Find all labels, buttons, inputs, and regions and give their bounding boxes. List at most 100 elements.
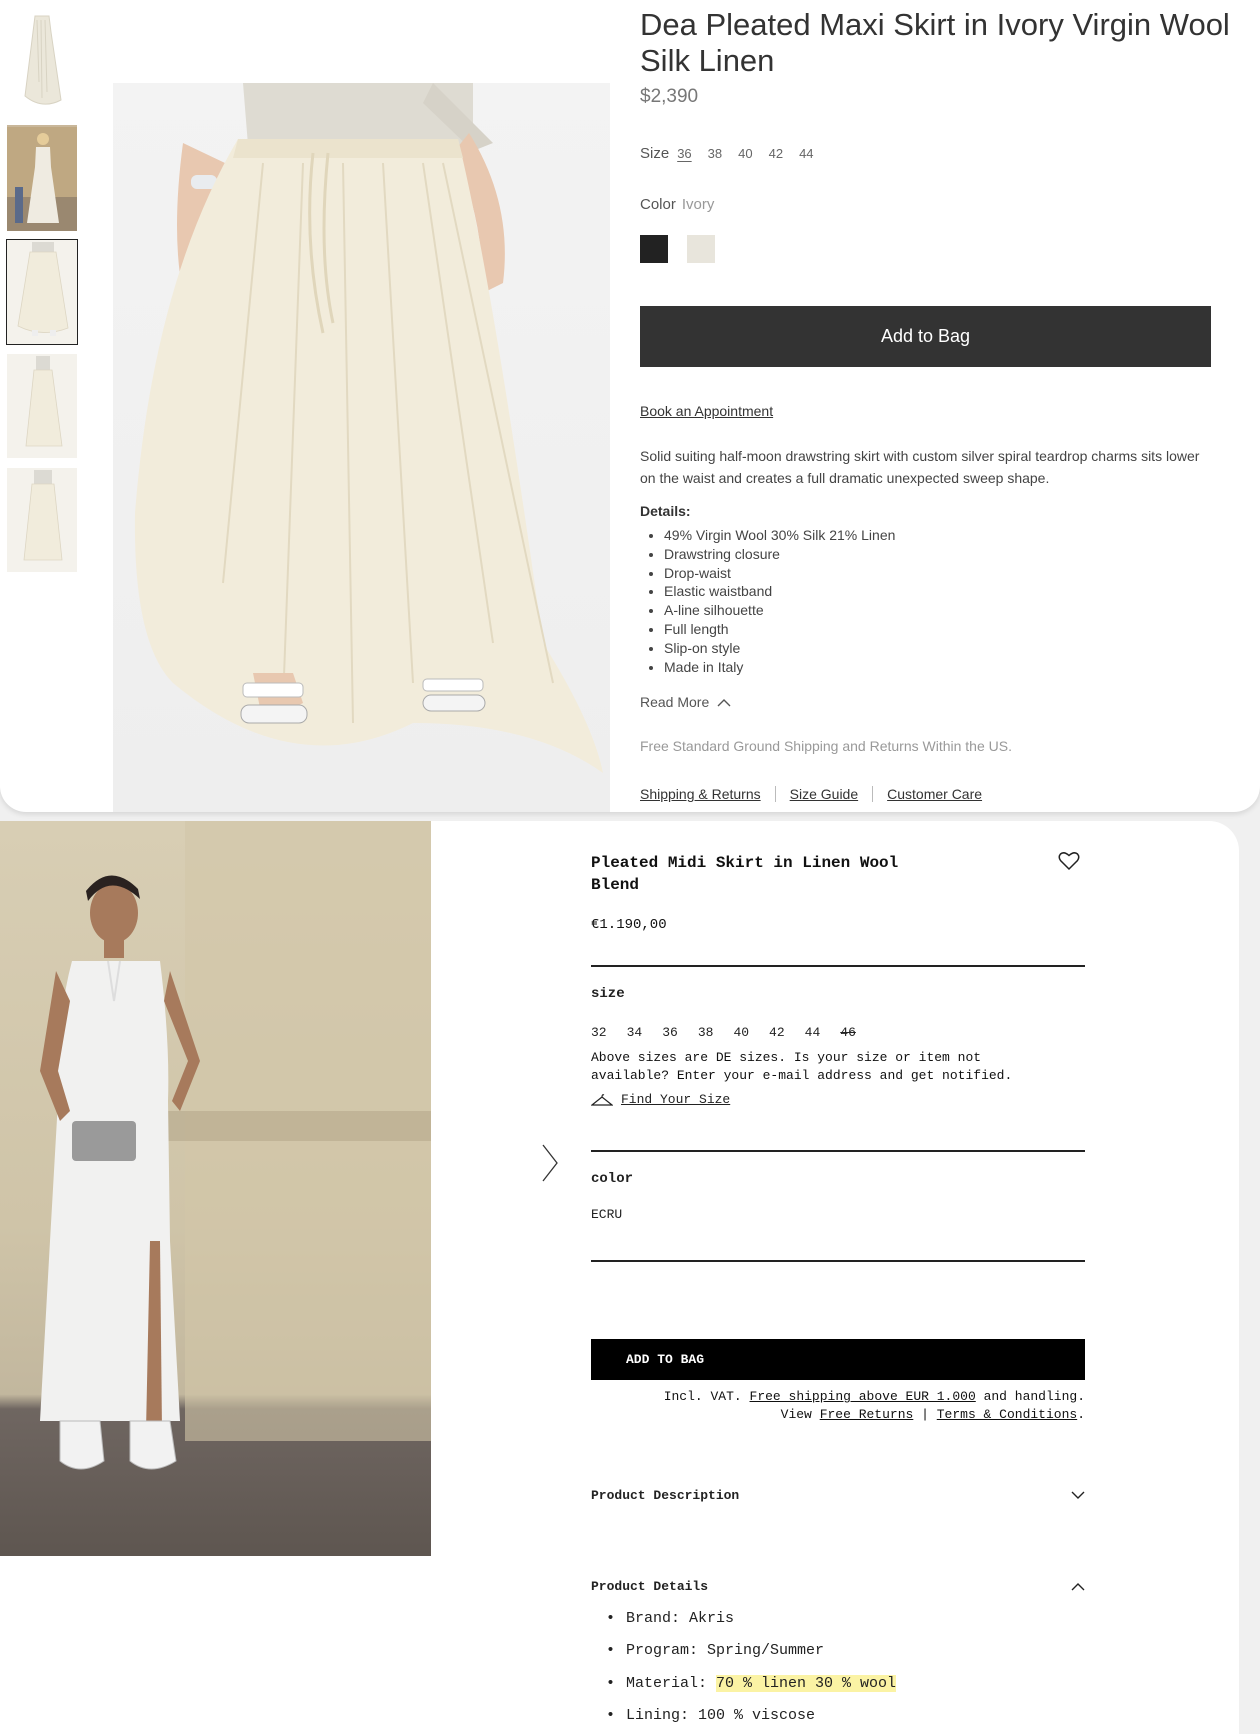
list-item: • Brand: Akris xyxy=(606,1609,735,1627)
find-your-size-link[interactable]: Find Your Size xyxy=(591,1092,730,1107)
divider xyxy=(872,786,874,802)
size-option-36[interactable]: 36 xyxy=(677,146,691,161)
chevron-down-icon xyxy=(1071,1491,1085,1499)
skirt-flat-thumbnail-image xyxy=(24,15,62,105)
hanger-icon xyxy=(591,1093,613,1106)
size-option-40[interactable]: 40 xyxy=(733,1025,749,1040)
size-selector: Size 36 38 40 42 44 xyxy=(640,145,814,162)
size-option-32[interactable]: 32 xyxy=(591,1025,607,1040)
divider xyxy=(774,786,776,802)
details-list: 49% Virgin Wool 30% Silk 21% Linen Draws… xyxy=(640,526,895,676)
list-item: • Material: 70 % linen 30 % wool xyxy=(606,1674,897,1692)
view-label: View xyxy=(780,1407,812,1422)
thumbnail-5[interactable] xyxy=(7,468,77,572)
heart-icon xyxy=(1058,852,1080,871)
details-item: Drop-waist xyxy=(664,564,895,583)
color-selector: Color Ivory xyxy=(640,196,714,213)
free-shipping-link[interactable]: Free shipping above EUR 1.000 xyxy=(750,1389,976,1404)
product-details-accordion[interactable]: Product Details xyxy=(591,1579,1085,1594)
size-label: Size xyxy=(640,145,670,162)
divider xyxy=(591,1260,1085,1262)
detail-value: 100 % viscose xyxy=(698,1707,816,1725)
size-option-44[interactable]: 44 xyxy=(805,1025,821,1040)
size-option-36[interactable]: 36 xyxy=(662,1025,678,1040)
size-option-38[interactable]: 38 xyxy=(708,146,722,161)
vat-prefix: Incl. VAT. xyxy=(663,1389,742,1404)
product-price: $2,390 xyxy=(640,86,699,107)
shipping-returns-link[interactable]: Shipping & Returns xyxy=(640,786,761,802)
detail-value: Akris xyxy=(689,1609,735,1627)
product-card-dea-skirt: Dea Pleated Maxi Skirt in Ivory Virgin W… xyxy=(0,0,1260,812)
product-description: Solid suiting half-moon drawstring skirt… xyxy=(640,448,1200,486)
product-details-list: • Brand: Akris • Program: Spring/Summer • M… xyxy=(591,1602,897,1732)
details-heading: Details: xyxy=(640,503,691,519)
color-label: Color xyxy=(640,196,676,213)
skirt-front-thumbnail-image xyxy=(17,242,69,336)
thumbnail-2[interactable] xyxy=(7,125,77,231)
thumbnail-3[interactable] xyxy=(6,239,78,345)
detail-label: Program: xyxy=(626,1642,699,1660)
details-item: Drawstring closure xyxy=(664,545,895,564)
read-more-toggle[interactable]: Read More xyxy=(640,694,731,710)
color-value: Ivory xyxy=(681,196,715,213)
read-more-label: Read More xyxy=(640,694,710,710)
product-card-pleated-midi-skirt: Pleated Midi Skirt in Linen Wool Blend €… xyxy=(0,821,1239,1734)
chevron-up-icon xyxy=(717,698,731,706)
detail-value-highlighted: 70 % linen 30 % wool xyxy=(716,1674,897,1692)
product-description-heading: Product Description xyxy=(591,1488,740,1503)
size-option-42[interactable]: 42 xyxy=(769,146,783,161)
model-street-thumbnail-image xyxy=(7,127,77,231)
detail-label: Material: xyxy=(626,1674,708,1692)
details-item: Made in Italy xyxy=(664,658,895,677)
chevron-up-icon xyxy=(1071,1583,1085,1591)
color-value[interactable]: ECRU xyxy=(591,1207,622,1222)
customer-care-link[interactable]: Customer Care xyxy=(887,786,982,802)
size-option-44[interactable]: 44 xyxy=(799,146,813,161)
vat-shipping-note: Incl. VAT. Free shipping above EUR 1.000… xyxy=(663,1389,1085,1422)
add-to-bag-button[interactable]: ADD TO BAG xyxy=(591,1339,1085,1380)
size-option-46-unavailable[interactable]: 46 xyxy=(840,1025,856,1040)
wishlist-button[interactable] xyxy=(1058,851,1080,876)
detail-label: Lining: xyxy=(626,1707,690,1725)
color-swatch-black[interactable] xyxy=(640,235,668,263)
thumbnail-4[interactable] xyxy=(7,354,77,458)
pipe-separator: | xyxy=(921,1407,929,1422)
detail-label: Brand: xyxy=(626,1609,681,1627)
size-option-34[interactable]: 34 xyxy=(627,1025,643,1040)
skirt-back-thumbnail-image xyxy=(23,470,63,561)
detail-value: Spring/Summer xyxy=(707,1642,825,1660)
size-option-38[interactable]: 38 xyxy=(698,1025,714,1040)
details-item: Elastic waistband xyxy=(664,582,895,601)
details-item: Full length xyxy=(664,620,895,639)
main-product-image xyxy=(113,83,610,812)
list-item: • Program: Spring/Summer xyxy=(606,1642,825,1660)
terms-conditions-link[interactable]: Terms & Conditions xyxy=(937,1407,1077,1422)
product-details-heading: Product Details xyxy=(591,1579,709,1594)
find-your-size-label: Find Your Size xyxy=(621,1092,731,1107)
size-guide-link[interactable]: Size Guide xyxy=(790,786,858,802)
details-item: A-line silhouette xyxy=(664,601,895,620)
add-to-bag-button[interactable]: Add to Bag xyxy=(640,306,1211,367)
product-description-accordion[interactable]: Product Description xyxy=(591,1488,1085,1503)
footer-links: Shipping & Returns Size Guide Customer C… xyxy=(640,786,982,802)
thumbnail-1[interactable] xyxy=(7,4,77,110)
size-selector: 32 34 36 38 40 42 44 46 xyxy=(591,1025,876,1040)
skirt-side-thumbnail-image xyxy=(25,356,63,447)
vat-suffix: and handling. xyxy=(983,1389,1085,1404)
product-title: Dea Pleated Maxi Skirt in Ivory Virgin W… xyxy=(640,7,1230,78)
book-appointment-link[interactable]: Book an Appointment xyxy=(640,403,773,419)
product-price: €1.190,00 xyxy=(591,917,667,933)
list-item: • Lining: 100 % viscose xyxy=(606,1707,816,1725)
divider xyxy=(591,1150,1085,1152)
shipping-note: Free Standard Ground Shipping and Return… xyxy=(640,738,1012,754)
size-note: Above sizes are DE sizes. Is your size o… xyxy=(591,1050,1013,1083)
next-image-arrow[interactable] xyxy=(540,1143,560,1188)
color-swatch-ivory[interactable] xyxy=(687,235,715,263)
color-heading: color xyxy=(591,1171,634,1187)
size-option-40[interactable]: 40 xyxy=(738,146,752,161)
details-item: Slip-on style xyxy=(664,639,895,658)
chevron-right-icon xyxy=(542,1144,558,1182)
details-item: 49% Virgin Wool 30% Silk 21% Linen xyxy=(664,526,895,545)
free-returns-link[interactable]: Free Returns xyxy=(820,1407,914,1422)
size-option-42[interactable]: 42 xyxy=(769,1025,785,1040)
